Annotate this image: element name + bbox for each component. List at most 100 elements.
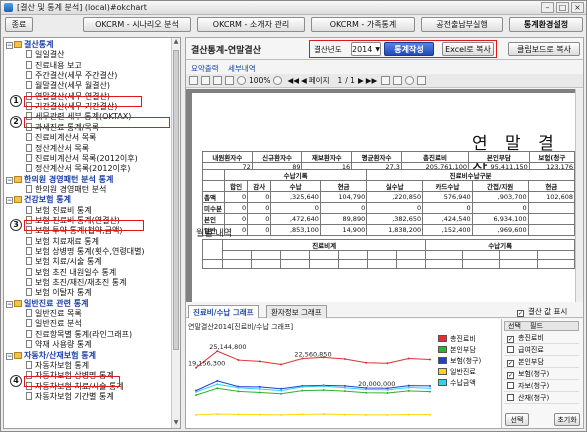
- zoom-value[interactable]: 100%: [249, 76, 270, 85]
- tree-category[interactable]: − 한의원 경영패턴 분석 통계: [6, 175, 113, 185]
- report-scrollbar[interactable]: [575, 89, 583, 302]
- tree-item[interactable]: 일일결산: [26, 50, 64, 60]
- checked-checkbox-icon[interactable]: ✓: [507, 360, 514, 367]
- series-point: [407, 389, 410, 392]
- collapse-icon[interactable]: −: [6, 176, 13, 184]
- settings-button[interactable]: 통계환경설정: [509, 17, 583, 32]
- tree-category[interactable]: − 일반진료 관련 통계: [6, 299, 88, 309]
- table-cell: ,853,100: [270, 224, 321, 236]
- folder-icon: [14, 351, 22, 359]
- field-select-row[interactable]: ✓ 보험(청구): [504, 369, 579, 380]
- field-select-row[interactable]: ✓ 총진료비: [504, 333, 579, 344]
- collapse-icon[interactable]: −: [6, 42, 13, 49]
- series-point: [429, 358, 431, 361]
- tree-item-label: 약재 사용량 통계: [35, 340, 92, 350]
- first-page-icon[interactable]: ◀◀: [287, 76, 299, 85]
- series-point: [407, 413, 410, 416]
- tree-item[interactable]: 정산계산서 목록: [26, 143, 89, 154]
- legend-label: 본인부담: [450, 346, 476, 354]
- unchecked-checkbox-icon[interactable]: [507, 394, 514, 401]
- find-icon[interactable]: [405, 76, 415, 85]
- scroll-up-icon[interactable]: ▲: [172, 38, 180, 47]
- table-row: 본인 0 0,472,640 89,890,382,650,424,540 6,934,…: [202, 213, 575, 225]
- tree-category[interactable]: − 결산통계: [6, 40, 53, 50]
- maximize-button[interactable]: □: [556, 2, 569, 13]
- export-pdf-icon[interactable]: [417, 76, 427, 85]
- legend-swatch: [438, 379, 447, 386]
- last-page-icon[interactable]: ▶▶: [366, 76, 378, 85]
- page-setup-icon[interactable]: [225, 76, 234, 85]
- run-stats-button[interactable]: 통계작성: [384, 42, 434, 56]
- unchecked-checkbox-icon[interactable]: [507, 346, 514, 353]
- tree-item[interactable]: 보험 초진 내원일수 통계: [26, 267, 116, 278]
- single-page-icon[interactable]: [381, 76, 391, 85]
- tree-item[interactable]: 진료비계산서 목록: [26, 133, 96, 143]
- scenario-analysis-button[interactable]: OKCRM - 시나리오 분석: [83, 17, 191, 32]
- collapse-icon[interactable]: −: [6, 197, 13, 205]
- minimize-button[interactable]: –: [541, 2, 554, 13]
- collapse-icon[interactable]: −: [6, 300, 13, 308]
- copy-clipboard-button[interactable]: 클립보드로 복사: [508, 42, 580, 56]
- checked-checkbox-icon[interactable]: ✓: [507, 372, 514, 379]
- tree-item[interactable]: 일반진료 목록: [26, 309, 82, 319]
- tree-item[interactable]: 자동차보험 통계: [26, 360, 89, 371]
- exit-button[interactable]: 종료: [5, 17, 33, 32]
- collapse-icon[interactable]: −: [6, 352, 13, 360]
- tree-item[interactable]: 보험 진료비 통계: [26, 205, 92, 216]
- tab-detail[interactable]: 세부내역: [228, 63, 256, 74]
- unchecked-checkbox-icon[interactable]: [507, 382, 514, 389]
- tree-item[interactable]: 일반진료 분석: [26, 319, 82, 329]
- show-values-checkbox[interactable]: ✓ 결산 값 표시: [514, 306, 567, 317]
- field-select-row[interactable]: ✓ 본인부담: [504, 357, 579, 368]
- next-page-icon[interactable]: ▶: [358, 76, 364, 85]
- tree-item[interactable]: 약재 사용량 통계: [26, 340, 92, 350]
- tree-item[interactable]: 진료내용 보고: [26, 60, 82, 71]
- tree-item[interactable]: 보험 초진/재진/재초진 통계: [26, 278, 126, 288]
- tree-item[interactable]: 진료비계산서 목록(2012이후): [26, 153, 138, 164]
- tree-category[interactable]: − 자동차/산재보험 통계: [6, 351, 96, 361]
- tree-item[interactable]: 한의원 경영패턴 분석: [26, 184, 106, 195]
- tab-fee-graph[interactable]: 진료비/수납 그래프: [188, 305, 259, 318]
- field-select-row[interactable]: 산재(청구): [504, 393, 579, 404]
- tab-summary[interactable]: 요약출력: [191, 63, 219, 74]
- copy-excel-button[interactable]: Excel로 복사: [442, 42, 494, 56]
- tree-item[interactable]: 진료항목별 통계(라인그래프): [26, 329, 132, 340]
- close-window-button[interactable]: ×: [571, 2, 584, 13]
- tab-patient-graph[interactable]: 환자정보 그래프: [266, 305, 327, 318]
- series-point: [237, 359, 240, 362]
- multi-page-icon[interactable]: [393, 76, 403, 85]
- field-select-row[interactable]: 급여진료: [504, 345, 579, 356]
- scroll-down-icon[interactable]: ▼: [172, 419, 180, 428]
- tree-item[interactable]: 월말결산(세무 월결산): [26, 81, 110, 91]
- tree-item[interactable]: 주간결산(세무 주간결산): [26, 71, 117, 81]
- select-button[interactable]: 선택: [505, 413, 529, 426]
- tree-item[interactable]: 보험 상병명 통계(횟수,연령대별): [26, 247, 145, 257]
- checked-checkbox-icon[interactable]: ✓: [507, 336, 514, 343]
- tree-item-label: 건강보험 통계: [24, 195, 71, 205]
- tree-item[interactable]: 정산계산서 목록(2012이후): [26, 164, 130, 174]
- tree-item[interactable]: 보험 이탈자 통계: [26, 288, 92, 298]
- tree-scrollbar[interactable]: ▲ ▼: [171, 38, 180, 428]
- zoom-out-icon[interactable]: [237, 76, 246, 85]
- referral-management-button[interactable]: OKCRM - 소개자 관리: [197, 17, 305, 32]
- data-label: 22,560,850: [294, 350, 331, 358]
- field-select-row[interactable]: 자보(청구): [504, 381, 579, 392]
- print-icon[interactable]: [213, 76, 222, 85]
- summary-header-cell: 총진료비: [400, 151, 469, 163]
- zoom-in-icon[interactable]: [273, 76, 283, 85]
- tree-item[interactable]: 보험 치료/시술 통계: [26, 257, 102, 267]
- tree-category[interactable]: − 건강보험 통계: [6, 195, 71, 205]
- tree-item[interactable]: 자동차보험 기간별 통계: [26, 391, 114, 402]
- prev-page-icon[interactable]: ◀: [301, 76, 307, 85]
- cashbook-run-button[interactable]: 공전출납부실행: [421, 17, 503, 32]
- page-current[interactable]: 1: [337, 76, 342, 85]
- reset-button[interactable]: 초기화: [554, 413, 580, 426]
- save-icon[interactable]: [201, 76, 210, 85]
- scroll-thumb[interactable]: [173, 50, 179, 350]
- series-point: [280, 389, 283, 392]
- table-cell: ,969,600: [471, 224, 529, 236]
- family-stats-button[interactable]: OKCRM - 가족통계: [311, 17, 415, 32]
- tree-item[interactable]: 보험 치료재료 통계: [26, 236, 99, 247]
- open-icon[interactable]: [189, 76, 198, 85]
- year-select[interactable]: 2014 ▼: [351, 42, 381, 56]
